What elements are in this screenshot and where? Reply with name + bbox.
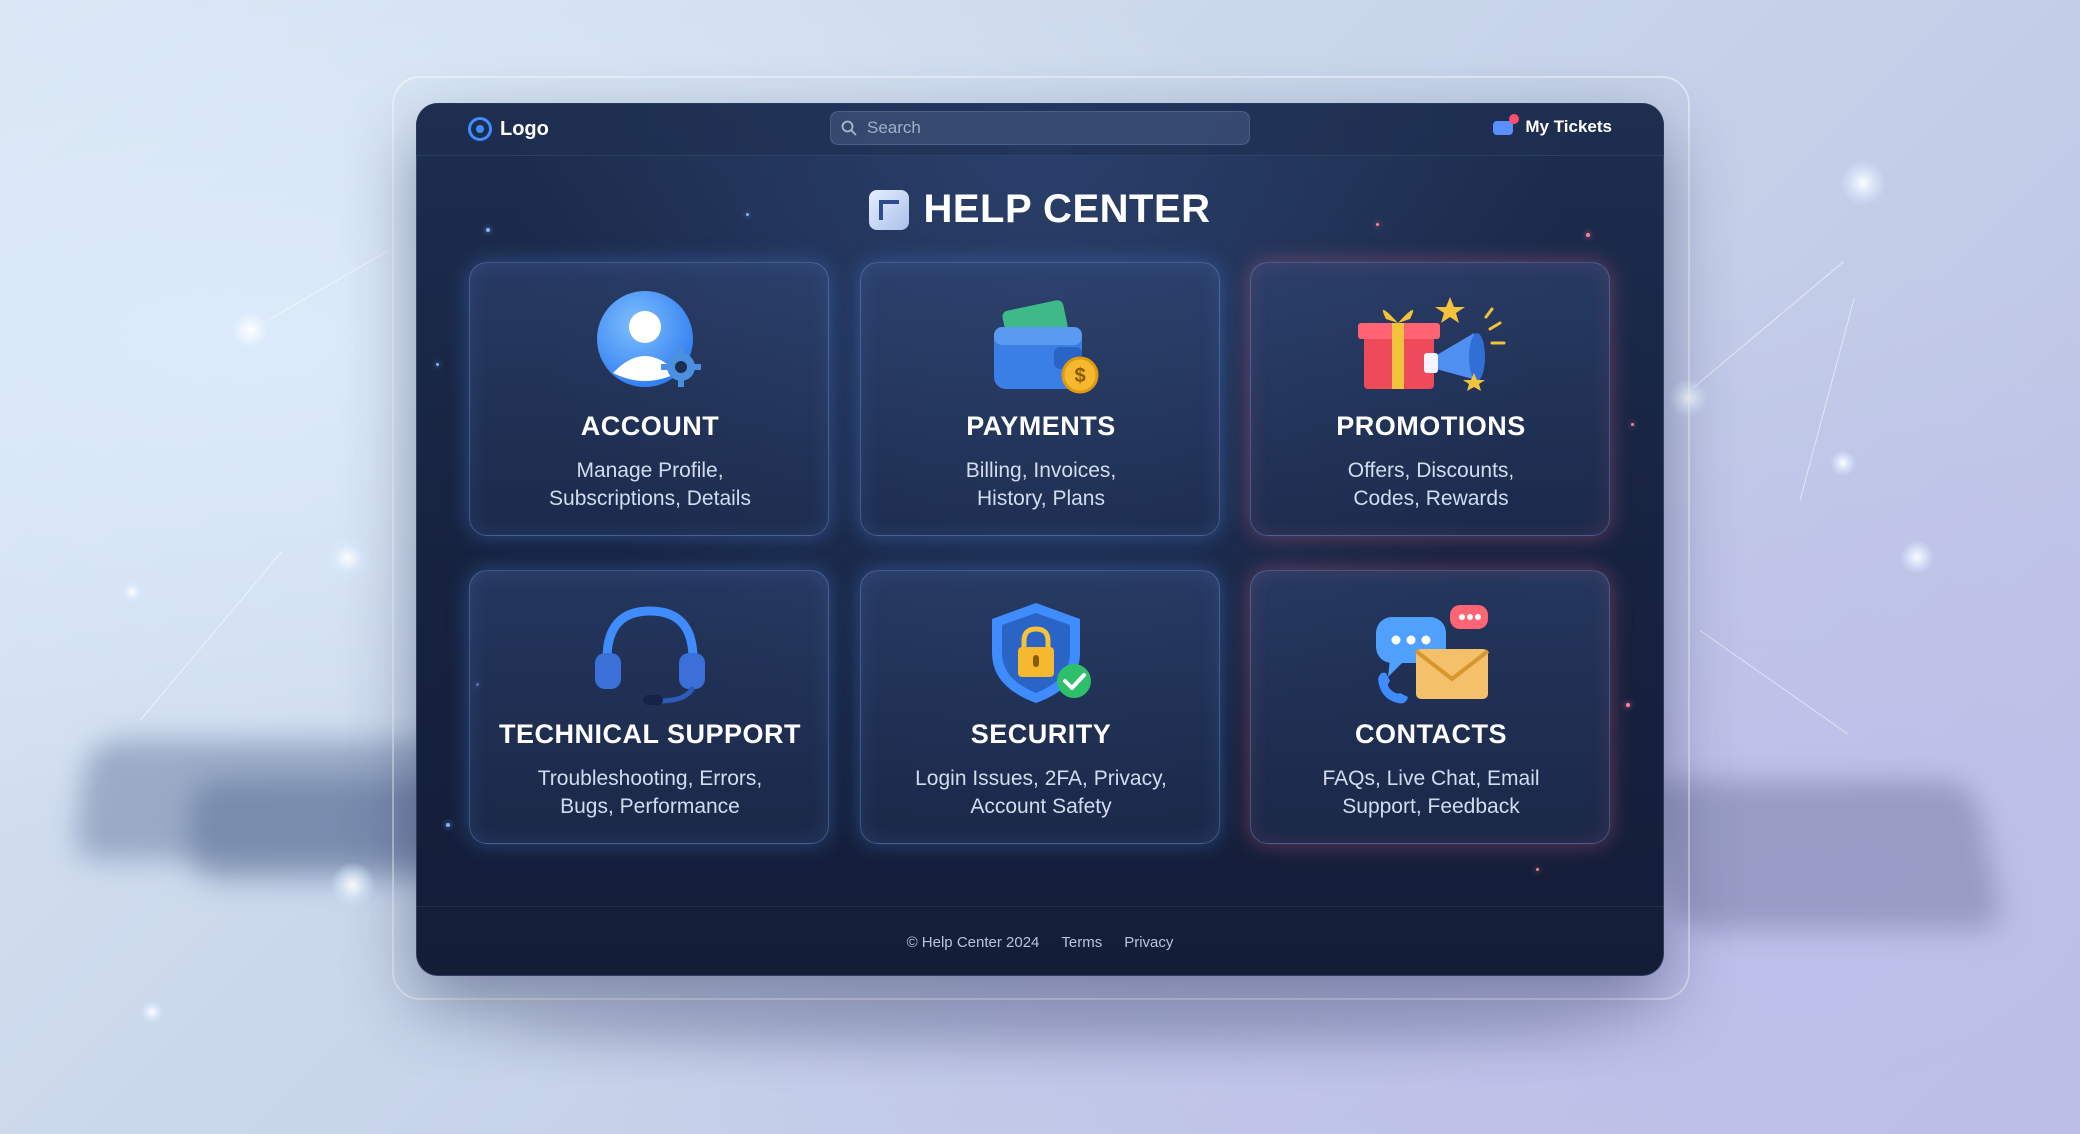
description-line: FAQs, Live Chat, Email (1322, 767, 1540, 790)
help-center-icon (869, 189, 910, 230)
sparkle (446, 823, 450, 827)
glow-dot (1900, 540, 1934, 574)
glow-dot (330, 862, 376, 908)
category-card-account[interactable]: ACCOUNT Manage Profile, Subscriptions, D… (469, 262, 829, 536)
sparkle (1536, 868, 1539, 871)
category-card-contacts[interactable]: CONTACTS FAQs, Live Chat, Email Support,… (1250, 570, 1610, 844)
description-line: Support, Feedback (1342, 795, 1520, 818)
ticket-chat-icon (1493, 114, 1520, 136)
notification-dot (1509, 114, 1520, 124)
description-line: Codes, Rewards (1353, 487, 1509, 510)
network-line (1689, 261, 1844, 391)
category-card-promotions[interactable]: PROMOTIONS Offers, Discounts, Codes, Rew… (1250, 262, 1610, 536)
sparkle (1631, 423, 1634, 426)
sparkle (1586, 233, 1590, 237)
headset-icon (470, 597, 830, 707)
footer: © Help Center 2024 Terms Privacy (416, 906, 1664, 976)
category-title: ACCOUNT (580, 411, 720, 441)
user-gear-icon (470, 289, 830, 399)
category-card-technical-support[interactable]: TECHNICAL SUPPORT Troubleshooting, Error… (469, 570, 829, 844)
category-description: Troubleshooting, Errors, Bugs, Performan… (500, 765, 800, 821)
search-bar[interactable] (830, 111, 1250, 145)
category-card-payments[interactable]: $ PAYMENTS Billing, Invoices, History, P… (860, 262, 1220, 536)
my-tickets-label: My Tickets (1525, 117, 1612, 136)
description-line: History, Plans (977, 487, 1105, 510)
wallet-coin-icon: $ (861, 289, 1221, 399)
category-description: Manage Profile, Subscriptions, Details (500, 457, 800, 513)
footer-privacy-link[interactable]: Privacy (1124, 934, 1173, 951)
description-line: Manage Profile, (576, 459, 724, 482)
glow-dot (1840, 160, 1886, 206)
glow-dot (140, 1000, 164, 1024)
category-description: Offers, Discounts, Codes, Rewards (1281, 457, 1581, 513)
sparkle (436, 363, 439, 366)
search-icon (841, 120, 857, 136)
help-center-window: Logo My Tickets HELP CENTER (416, 103, 1664, 976)
network-line (1699, 630, 1848, 735)
logo-icon (468, 117, 492, 141)
description-line: Offers, Discounts, (1347, 459, 1515, 482)
footer-terms-link[interactable]: Terms (1061, 934, 1102, 951)
chat-mail-icon (1251, 597, 1611, 707)
page-title-text: HELP CENTER (923, 187, 1211, 231)
logo-text: Logo (500, 117, 549, 140)
svg-text:$: $ (1074, 365, 1085, 387)
category-title: CONTACTS (1355, 719, 1507, 749)
category-title: PAYMENTS (966, 411, 1116, 441)
search-input[interactable] (865, 117, 1229, 139)
page-title: HELP CENTER (416, 187, 1664, 232)
description-line: Troubleshooting, Errors, (537, 767, 763, 790)
description-line: Billing, Invoices, (965, 459, 1117, 482)
category-title: TECHNICAL SUPPORT (498, 719, 802, 749)
my-tickets-button[interactable]: My Tickets (1493, 114, 1612, 137)
category-description: FAQs, Live Chat, Email Support, Feedback (1281, 765, 1581, 821)
glow-dot (220, 300, 280, 360)
description-line: Subscriptions, Details (549, 487, 751, 510)
category-title: PROMOTIONS (1336, 411, 1526, 441)
glow-dot (325, 535, 371, 581)
shield-lock-icon (861, 597, 1221, 707)
category-description: Login Issues, 2FA, Privacy, Account Safe… (891, 765, 1191, 821)
sparkle (1626, 703, 1630, 707)
background-shadow (500, 1000, 1600, 1050)
background-blur-shape (1644, 780, 2006, 930)
category-description: Billing, Invoices, History, Plans (891, 457, 1191, 513)
description-line: Bugs, Performance (560, 795, 740, 818)
logo[interactable]: Logo (468, 117, 549, 141)
glow-dot (1830, 450, 1856, 476)
category-card-security[interactable]: SECURITY Login Issues, 2FA, Privacy, Acc… (860, 570, 1220, 844)
network-line (139, 551, 282, 721)
footer-copyright: © Help Center 2024 (906, 933, 1040, 951)
category-title: SECURITY (970, 719, 1112, 749)
description-line: Account Safety (970, 795, 1112, 818)
description-line: Login Issues, 2FA, Privacy, (915, 767, 1167, 790)
glow-dot (120, 580, 144, 604)
top-navigation-bar: Logo My Tickets (416, 103, 1664, 156)
gift-megaphone-icon (1251, 289, 1611, 399)
